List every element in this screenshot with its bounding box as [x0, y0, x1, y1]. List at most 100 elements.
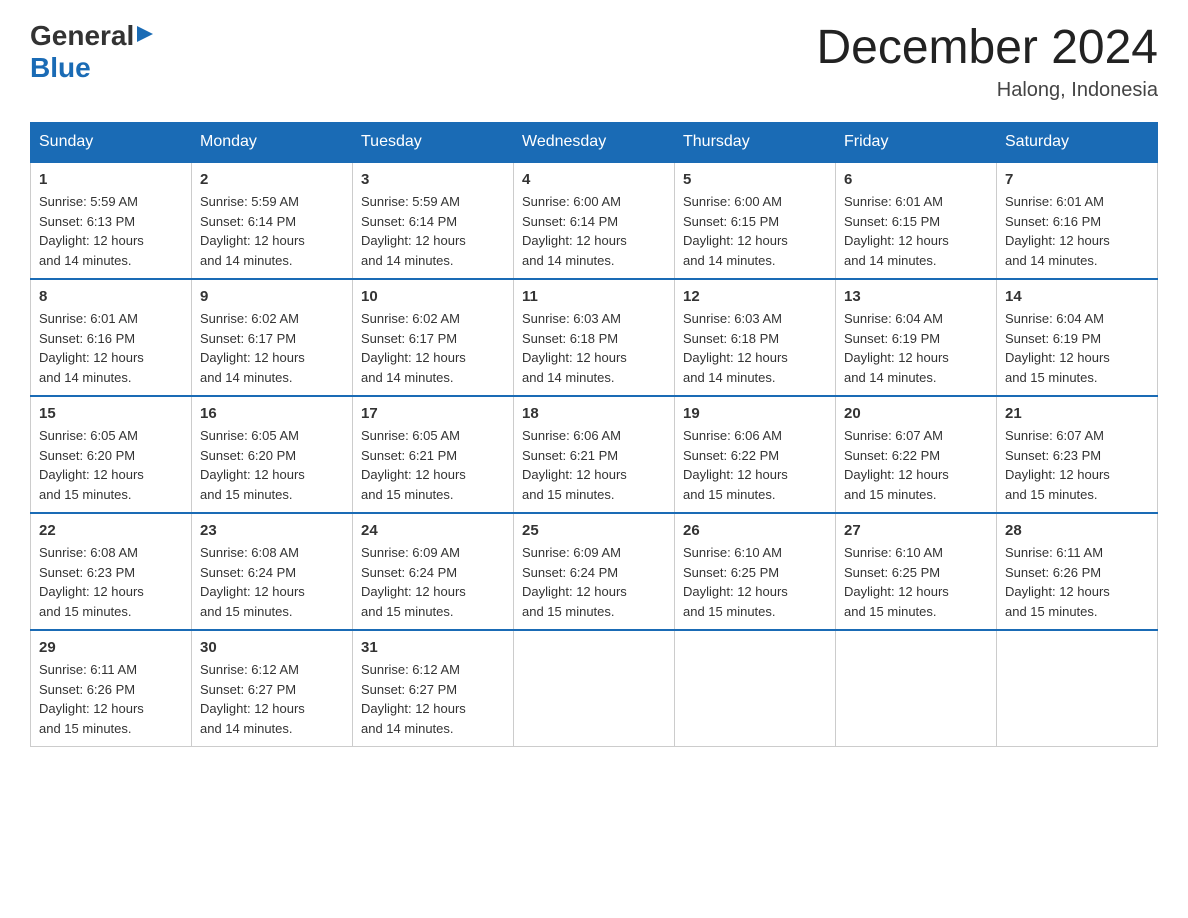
day-number: 16	[200, 405, 344, 422]
daylight-label: Daylight: 12 hours	[844, 233, 949, 248]
logo: General Blue	[30, 20, 155, 84]
daylight-label: Daylight: 12 hours	[683, 467, 788, 482]
calendar-cell: 13 Sunrise: 6:04 AM Sunset: 6:19 PM Dayl…	[836, 279, 997, 396]
month-year-title: December 2024	[816, 20, 1158, 75]
sunrise-label: Sunrise: 6:00 AM	[683, 194, 782, 209]
day-info: Sunrise: 6:07 AM Sunset: 6:22 PM Dayligh…	[844, 426, 988, 504]
calendar-cell: 16 Sunrise: 6:05 AM Sunset: 6:20 PM Dayl…	[192, 396, 353, 513]
title-section: December 2024 Halong, Indonesia	[816, 20, 1158, 102]
day-number: 23	[200, 522, 344, 539]
sunrise-label: Sunrise: 6:00 AM	[522, 194, 621, 209]
calendar-cell	[997, 630, 1158, 747]
sunrise-label: Sunrise: 6:06 AM	[683, 428, 782, 443]
sunrise-label: Sunrise: 6:03 AM	[683, 311, 782, 326]
calendar-cell: 10 Sunrise: 6:02 AM Sunset: 6:17 PM Dayl…	[353, 279, 514, 396]
daylight-label: Daylight: 12 hours	[39, 701, 144, 716]
sunset-label: Sunset: 6:20 PM	[39, 448, 135, 463]
calendar-week-3: 15 Sunrise: 6:05 AM Sunset: 6:20 PM Dayl…	[31, 396, 1158, 513]
sunrise-label: Sunrise: 6:01 AM	[39, 311, 138, 326]
calendar-cell: 20 Sunrise: 6:07 AM Sunset: 6:22 PM Dayl…	[836, 396, 997, 513]
logo-arrow-icon	[135, 24, 155, 49]
sunrise-label: Sunrise: 6:02 AM	[200, 311, 299, 326]
daylight-minutes: and 14 minutes.	[39, 370, 132, 385]
calendar-cell: 26 Sunrise: 6:10 AM Sunset: 6:25 PM Dayl…	[675, 513, 836, 630]
daylight-minutes: and 14 minutes.	[683, 370, 776, 385]
day-number: 18	[522, 405, 666, 422]
daylight-label: Daylight: 12 hours	[361, 233, 466, 248]
daylight-minutes: and 15 minutes.	[39, 487, 132, 502]
daylight-label: Daylight: 12 hours	[1005, 584, 1110, 599]
day-number: 26	[683, 522, 827, 539]
sunrise-label: Sunrise: 6:07 AM	[844, 428, 943, 443]
calendar-cell: 17 Sunrise: 6:05 AM Sunset: 6:21 PM Dayl…	[353, 396, 514, 513]
daylight-minutes: and 14 minutes.	[200, 253, 293, 268]
day-number: 4	[522, 171, 666, 188]
calendar-cell: 27 Sunrise: 6:10 AM Sunset: 6:25 PM Dayl…	[836, 513, 997, 630]
day-info: Sunrise: 6:01 AM Sunset: 6:16 PM Dayligh…	[39, 309, 183, 387]
daylight-label: Daylight: 12 hours	[361, 584, 466, 599]
calendar-cell	[514, 630, 675, 747]
calendar-cell: 15 Sunrise: 6:05 AM Sunset: 6:20 PM Dayl…	[31, 396, 192, 513]
calendar-cell	[836, 630, 997, 747]
day-info: Sunrise: 5:59 AM Sunset: 6:14 PM Dayligh…	[200, 192, 344, 270]
calendar-cell: 19 Sunrise: 6:06 AM Sunset: 6:22 PM Dayl…	[675, 396, 836, 513]
daylight-minutes: and 15 minutes.	[683, 487, 776, 502]
daylight-minutes: and 15 minutes.	[1005, 604, 1098, 619]
daylight-label: Daylight: 12 hours	[200, 467, 305, 482]
daylight-label: Daylight: 12 hours	[361, 701, 466, 716]
calendar-week-1: 1 Sunrise: 5:59 AM Sunset: 6:13 PM Dayli…	[31, 162, 1158, 279]
header-friday: Friday	[836, 123, 997, 163]
sunrise-label: Sunrise: 5:59 AM	[39, 194, 138, 209]
day-info: Sunrise: 6:00 AM Sunset: 6:14 PM Dayligh…	[522, 192, 666, 270]
calendar-cell: 18 Sunrise: 6:06 AM Sunset: 6:21 PM Dayl…	[514, 396, 675, 513]
calendar-cell: 31 Sunrise: 6:12 AM Sunset: 6:27 PM Dayl…	[353, 630, 514, 747]
sunrise-label: Sunrise: 5:59 AM	[361, 194, 460, 209]
day-number: 24	[361, 522, 505, 539]
daylight-minutes: and 15 minutes.	[522, 487, 615, 502]
daylight-minutes: and 14 minutes.	[200, 370, 293, 385]
day-number: 14	[1005, 288, 1149, 305]
calendar-cell: 25 Sunrise: 6:09 AM Sunset: 6:24 PM Dayl…	[514, 513, 675, 630]
day-number: 12	[683, 288, 827, 305]
daylight-label: Daylight: 12 hours	[844, 584, 949, 599]
day-number: 11	[522, 288, 666, 305]
day-number: 31	[361, 639, 505, 656]
daylight-label: Daylight: 12 hours	[844, 350, 949, 365]
day-number: 7	[1005, 171, 1149, 188]
calendar-cell: 5 Sunrise: 6:00 AM Sunset: 6:15 PM Dayli…	[675, 162, 836, 279]
calendar-cell: 28 Sunrise: 6:11 AM Sunset: 6:26 PM Dayl…	[997, 513, 1158, 630]
sunset-label: Sunset: 6:15 PM	[844, 214, 940, 229]
day-info: Sunrise: 6:12 AM Sunset: 6:27 PM Dayligh…	[361, 660, 505, 738]
day-info: Sunrise: 5:59 AM Sunset: 6:13 PM Dayligh…	[39, 192, 183, 270]
sunrise-label: Sunrise: 6:10 AM	[683, 545, 782, 560]
day-number: 27	[844, 522, 988, 539]
calendar-table: SundayMondayTuesdayWednesdayThursdayFrid…	[30, 122, 1158, 747]
sunset-label: Sunset: 6:17 PM	[361, 331, 457, 346]
day-info: Sunrise: 6:05 AM Sunset: 6:21 PM Dayligh…	[361, 426, 505, 504]
sunset-label: Sunset: 6:14 PM	[200, 214, 296, 229]
calendar-week-2: 8 Sunrise: 6:01 AM Sunset: 6:16 PM Dayli…	[31, 279, 1158, 396]
calendar-cell: 1 Sunrise: 5:59 AM Sunset: 6:13 PM Dayli…	[31, 162, 192, 279]
sunset-label: Sunset: 6:25 PM	[683, 565, 779, 580]
day-number: 1	[39, 171, 183, 188]
day-info: Sunrise: 6:09 AM Sunset: 6:24 PM Dayligh…	[522, 543, 666, 621]
day-info: Sunrise: 6:08 AM Sunset: 6:24 PM Dayligh…	[200, 543, 344, 621]
sunrise-label: Sunrise: 6:09 AM	[361, 545, 460, 560]
day-info: Sunrise: 6:09 AM Sunset: 6:24 PM Dayligh…	[361, 543, 505, 621]
sunset-label: Sunset: 6:26 PM	[1005, 565, 1101, 580]
daylight-label: Daylight: 12 hours	[683, 584, 788, 599]
sunset-label: Sunset: 6:13 PM	[39, 214, 135, 229]
calendar-cell: 3 Sunrise: 5:59 AM Sunset: 6:14 PM Dayli…	[353, 162, 514, 279]
daylight-label: Daylight: 12 hours	[522, 233, 627, 248]
day-info: Sunrise: 6:10 AM Sunset: 6:25 PM Dayligh…	[844, 543, 988, 621]
calendar-cell	[675, 630, 836, 747]
sunrise-label: Sunrise: 6:01 AM	[1005, 194, 1104, 209]
daylight-minutes: and 15 minutes.	[200, 604, 293, 619]
day-info: Sunrise: 6:01 AM Sunset: 6:15 PM Dayligh…	[844, 192, 988, 270]
daylight-minutes: and 14 minutes.	[39, 253, 132, 268]
calendar-cell: 23 Sunrise: 6:08 AM Sunset: 6:24 PM Dayl…	[192, 513, 353, 630]
sunset-label: Sunset: 6:16 PM	[39, 331, 135, 346]
day-number: 20	[844, 405, 988, 422]
daylight-minutes: and 15 minutes.	[200, 487, 293, 502]
calendar-cell: 9 Sunrise: 6:02 AM Sunset: 6:17 PM Dayli…	[192, 279, 353, 396]
